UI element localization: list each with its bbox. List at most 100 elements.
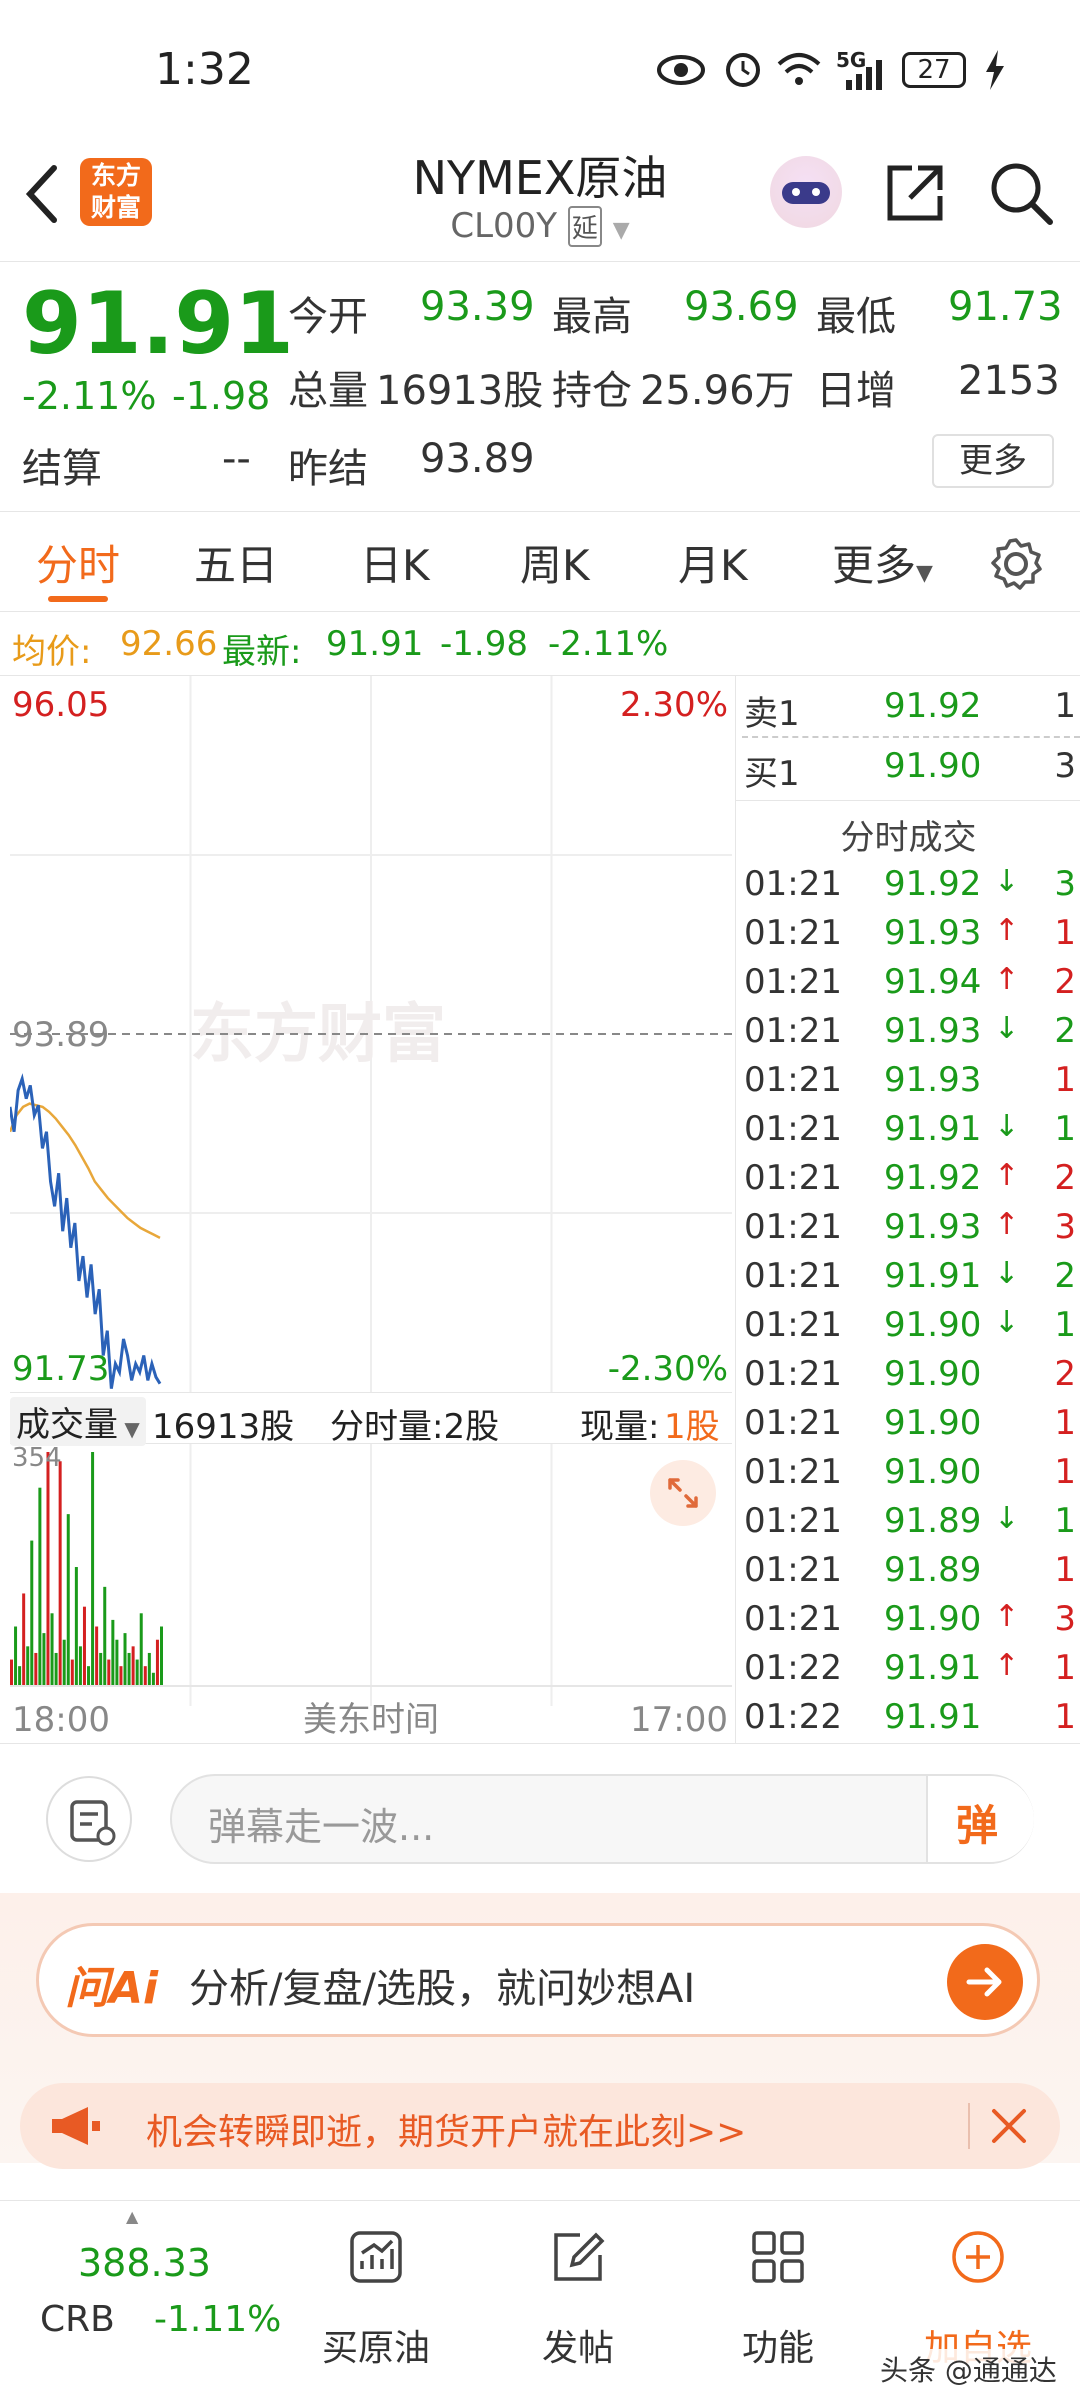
trade-row: 01:21 91.93 1 xyxy=(742,1060,1080,1109)
danmu-input[interactable]: 弹幕走一波... 弹 xyxy=(170,1774,1034,1864)
share-icon[interactable] xyxy=(884,162,946,224)
open-value: 93.39 xyxy=(420,284,535,330)
ai-avatar-icon[interactable] xyxy=(770,156,842,228)
trade-price: 91.90 xyxy=(884,1452,982,1492)
index-ticker[interactable]: ▲ 388.33 CRB -1.11% xyxy=(0,2201,281,2401)
y-min-label: 91.73 xyxy=(12,1349,109,1389)
tab-five-day[interactable]: 五日 xyxy=(194,532,278,593)
book-divider xyxy=(736,800,1080,801)
trade-row: 01:21 91.90 ↑ 3 xyxy=(742,1599,1080,1648)
trade-price: 91.90 xyxy=(884,1599,982,1639)
arrow-down-icon: ↓ xyxy=(994,1011,1020,1046)
arrow-right-icon[interactable] xyxy=(947,1944,1023,2020)
trade-time: 01:21 xyxy=(744,864,842,904)
period-tabs: 分时 五日 日K 周K 月K 更多▼ xyxy=(0,512,1080,612)
volume-bar xyxy=(22,1593,26,1686)
low-label: 最低 xyxy=(816,294,896,340)
alarm-icon xyxy=(726,53,760,87)
edit-icon xyxy=(554,2232,605,2281)
trade-row: 01:21 91.92 ↑ 2 xyxy=(742,1158,1080,1207)
tab-weekly-k[interactable]: 周K xyxy=(520,532,590,593)
volume-bar xyxy=(103,1586,107,1686)
settings-gear-icon[interactable] xyxy=(988,536,1044,592)
trade-qty: 2 xyxy=(1054,962,1076,1002)
volume-bar xyxy=(135,1659,139,1686)
more-button[interactable]: 更多 xyxy=(932,434,1054,488)
caret-up-icon: ▲ xyxy=(126,2207,139,2226)
volume-bar xyxy=(62,1639,66,1686)
trade-price: 91.93 xyxy=(884,1011,982,1051)
app-logo: 东方财富 xyxy=(80,158,152,226)
trade-row: 01:21 91.90 2 xyxy=(742,1354,1080,1403)
trade-qty: 2 xyxy=(1054,1158,1076,1198)
danmu-settings-icon[interactable] xyxy=(46,1776,132,1862)
trade-qty: 1 xyxy=(1054,1305,1076,1345)
volume-bar xyxy=(87,1666,91,1686)
latest-value: 91.91 xyxy=(326,624,424,664)
trade-time: 01:21 xyxy=(744,1305,842,1345)
ai-promo-area: 问Ai 分析/复盘/选股，就问妙想AI 机会转瞬即逝，期货开户就在此刻>> xyxy=(0,1893,1080,2169)
volume-bar xyxy=(78,1646,82,1686)
trade-time: 01:21 xyxy=(744,1256,842,1296)
trade-qty: 1 xyxy=(1054,1403,1076,1443)
caret-down-icon: ▼ xyxy=(118,1417,140,1441)
trade-price: 91.93 xyxy=(884,1207,982,1247)
ai-prompt-text: 分析/复盘/选股，就问妙想AI xyxy=(189,1966,696,2012)
trade-price: 91.90 xyxy=(884,1403,982,1443)
index-change: -1.11% xyxy=(154,2299,282,2340)
trade-price: 91.93 xyxy=(884,913,982,953)
tab-monthly-k[interactable]: 月K xyxy=(678,532,748,593)
intraday-chart[interactable]: 东方财富 96.05 2.30% 93.89 91.73 -2.30% 354 … xyxy=(8,676,732,1743)
danmu-send-label: 弹 xyxy=(956,1801,999,1850)
back-icon[interactable] xyxy=(22,164,62,224)
trade-price: 91.91 xyxy=(884,1256,982,1296)
volume-bar xyxy=(26,1646,30,1686)
delay-badge: 延 xyxy=(567,206,602,247)
danmu-send-button[interactable]: 弹 xyxy=(926,1776,1034,1862)
settle-label: 结算 xyxy=(22,446,102,492)
trade-price: 91.93 xyxy=(884,1060,982,1100)
trade-qty: 1 xyxy=(1054,913,1076,953)
volume-selector[interactable]: 成交量 ▼ xyxy=(10,1397,146,1446)
search-icon[interactable] xyxy=(988,160,1054,226)
contract-code[interactable]: CL00Y 延 ▼ xyxy=(300,206,780,247)
index-name: CRB xyxy=(40,2299,115,2340)
arrow-down-icon: ↓ xyxy=(994,864,1020,899)
tab-intraday[interactable]: 分时 xyxy=(36,532,120,593)
trade-time: 01:21 xyxy=(744,962,842,1002)
bid-qty: 3 xyxy=(1054,746,1076,786)
trade-time: 01:21 xyxy=(744,1158,842,1198)
book-divider xyxy=(742,736,1080,738)
high-value: 93.69 xyxy=(684,284,799,330)
volume-bar xyxy=(42,1633,46,1686)
code-label: CL00Y xyxy=(450,206,558,246)
trade-qty: 2 xyxy=(1054,1011,1076,1051)
tab-daily-k[interactable]: 日K xyxy=(360,532,430,593)
daily-increase-label: 日增 xyxy=(816,368,896,414)
avg-price-bar: 均价: 92.66 最新: 91.91 -1.98 -2.11% xyxy=(0,612,1080,676)
nav-post[interactable]: 发帖 xyxy=(498,2201,658,2401)
volume-bar xyxy=(147,1652,151,1686)
trade-price: 91.94 xyxy=(884,962,982,1002)
volume-bar xyxy=(111,1619,115,1686)
volume-bar xyxy=(99,1652,103,1686)
volume-bar xyxy=(14,1626,18,1686)
trade-row: 01:21 91.90 1 xyxy=(742,1452,1080,1501)
tab-more[interactable]: 更多▼ xyxy=(832,532,933,593)
nav-functions[interactable]: 功能 xyxy=(698,2201,858,2401)
ai-search-bar[interactable]: 问Ai 分析/复盘/选股，就问妙想AI xyxy=(36,1923,1040,2037)
arrow-down-icon: ↓ xyxy=(994,1256,1020,1291)
promo-banner[interactable]: 机会转瞬即逝，期货开户就在此刻>> xyxy=(20,2083,1060,2169)
trade-time: 01:21 xyxy=(744,1550,842,1590)
latest-label: 最新: xyxy=(222,632,302,672)
trade-row: 01:21 91.93 ↑ 1 xyxy=(742,913,1080,962)
status-time: 1:32 xyxy=(155,44,254,95)
change-percent: -2.11% xyxy=(22,374,157,418)
close-icon[interactable] xyxy=(988,2105,1030,2147)
nav-buy-oil[interactable]: 买原油 xyxy=(296,2201,456,2401)
order-book-panel: 卖1 91.92 1 买1 91.90 3 分时成交 01:21 91.92 ↓ 3 0… xyxy=(735,676,1080,1743)
arrow-down-icon: ↓ xyxy=(994,1109,1020,1144)
trade-price: 91.91 xyxy=(884,1648,982,1688)
chart-svg: 东方财富 96.05 2.30% 93.89 91.73 -2.30% 354 … xyxy=(8,676,732,1740)
expand-icon[interactable] xyxy=(650,1460,716,1526)
